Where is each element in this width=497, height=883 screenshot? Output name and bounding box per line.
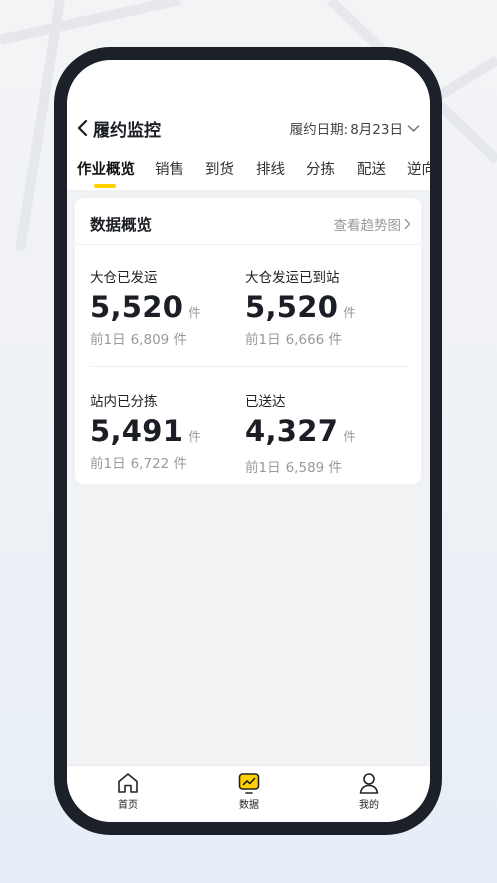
metric-label: 大仓发运已到站 bbox=[245, 270, 340, 286]
app-screen: 履约监控 履约日期: 8月23日 作业概览 销售 到货 排线 分拣 配送 逆向 … bbox=[67, 60, 430, 822]
divider bbox=[90, 366, 408, 367]
tab-sales[interactable]: 销售 bbox=[155, 158, 184, 179]
nav-data-label: 数据 bbox=[239, 800, 259, 811]
metric-prev-label: 前1日 bbox=[90, 456, 126, 472]
view-trend-link[interactable]: 查看趋势图 bbox=[334, 214, 412, 234]
bottom-navigation: 首页 数据 我的 bbox=[67, 765, 430, 822]
metric-value: 4,327 bbox=[245, 414, 339, 448]
page-title: 履约监控 bbox=[93, 120, 161, 141]
metric-prev-label: 前1日 bbox=[245, 332, 281, 348]
metric-label: 已送达 bbox=[245, 394, 286, 410]
metric-previous: 前1日 6,666 件 bbox=[245, 328, 405, 348]
metric-unit: 件 bbox=[188, 305, 201, 320]
navigation-bar: 履约监控 履约日期: 8月23日 bbox=[67, 112, 430, 144]
user-icon bbox=[359, 773, 379, 794]
metric-unit: 件 bbox=[343, 429, 356, 444]
back-button[interactable]: 履约监控 bbox=[77, 116, 161, 141]
chevron-down-icon bbox=[407, 124, 420, 132]
metric-prev-label: 前1日 bbox=[245, 460, 281, 476]
nav-home[interactable]: 首页 bbox=[93, 772, 163, 811]
nav-profile-label: 我的 bbox=[359, 800, 379, 811]
metric-value: 5,520 bbox=[245, 290, 339, 324]
chevron-left-icon bbox=[77, 119, 88, 137]
metric-value: 5,491 bbox=[90, 414, 184, 448]
metric-value: 5,520 bbox=[90, 290, 184, 324]
date-value: 8月23日 bbox=[350, 122, 403, 138]
tab-arrival[interactable]: 到货 bbox=[205, 158, 234, 179]
metric-label: 站内已分拣 bbox=[90, 394, 158, 410]
date-selector[interactable]: 履约日期: 8月23日 bbox=[290, 118, 420, 138]
metric-unit: 件 bbox=[343, 305, 356, 320]
tab-delivery[interactable]: 配送 bbox=[357, 158, 386, 179]
tab-sorting[interactable]: 分拣 bbox=[306, 158, 335, 179]
view-trend-label: 查看趋势图 bbox=[333, 218, 402, 234]
tab-reverse[interactable]: 逆向 bbox=[407, 158, 430, 179]
chevron-right-icon bbox=[404, 218, 411, 230]
metric-prev-value: 6,722 件 bbox=[130, 456, 188, 472]
metric-previous: 前1日 6,809 件 bbox=[90, 328, 250, 348]
metric-prev-value: 6,809 件 bbox=[130, 332, 188, 348]
overview-card: 数据概览 查看趋势图 大仓已发运 5,520 件 前1日 6,809 件 大仓发运… bbox=[75, 198, 421, 484]
tab-overview[interactable]: 作业概览 bbox=[77, 158, 135, 179]
metric-station-sorted: 站内已分拣 5,491 件 前1日 6,722 件 bbox=[90, 390, 250, 472]
metric-prev-label: 前1日 bbox=[90, 332, 126, 348]
home-icon bbox=[118, 773, 138, 793]
metric-previous: 前1日 6,589 件 bbox=[245, 456, 405, 476]
divider bbox=[75, 244, 421, 245]
tab-routing[interactable]: 排线 bbox=[256, 158, 285, 179]
metric-warehouse-shipped: 大仓已发运 5,520 件 前1日 6,809 件 bbox=[90, 266, 250, 348]
active-tab-indicator bbox=[94, 184, 116, 188]
metric-previous: 前1日 6,722 件 bbox=[90, 452, 250, 472]
metric-delivered: 已送达 4,327 件 前1日 6,589 件 bbox=[245, 390, 405, 476]
metric-prev-value: 6,666 件 bbox=[285, 332, 343, 348]
metric-label: 大仓已发运 bbox=[90, 270, 158, 286]
nav-home-label: 首页 bbox=[118, 800, 138, 811]
metric-prev-value: 6,589 件 bbox=[285, 460, 343, 476]
nav-profile[interactable]: 我的 bbox=[334, 772, 404, 811]
card-title: 数据概览 bbox=[90, 216, 153, 234]
nav-data[interactable]: 数据 bbox=[214, 772, 284, 811]
tab-bar: 作业概览 销售 到货 排线 分拣 配送 逆向 bbox=[67, 158, 430, 188]
metric-arrived-station: 大仓发运已到站 5,520 件 前1日 6,666 件 bbox=[245, 266, 405, 348]
metric-unit: 件 bbox=[188, 429, 201, 444]
chart-icon bbox=[238, 773, 260, 794]
date-label: 履约日期: bbox=[289, 122, 349, 138]
